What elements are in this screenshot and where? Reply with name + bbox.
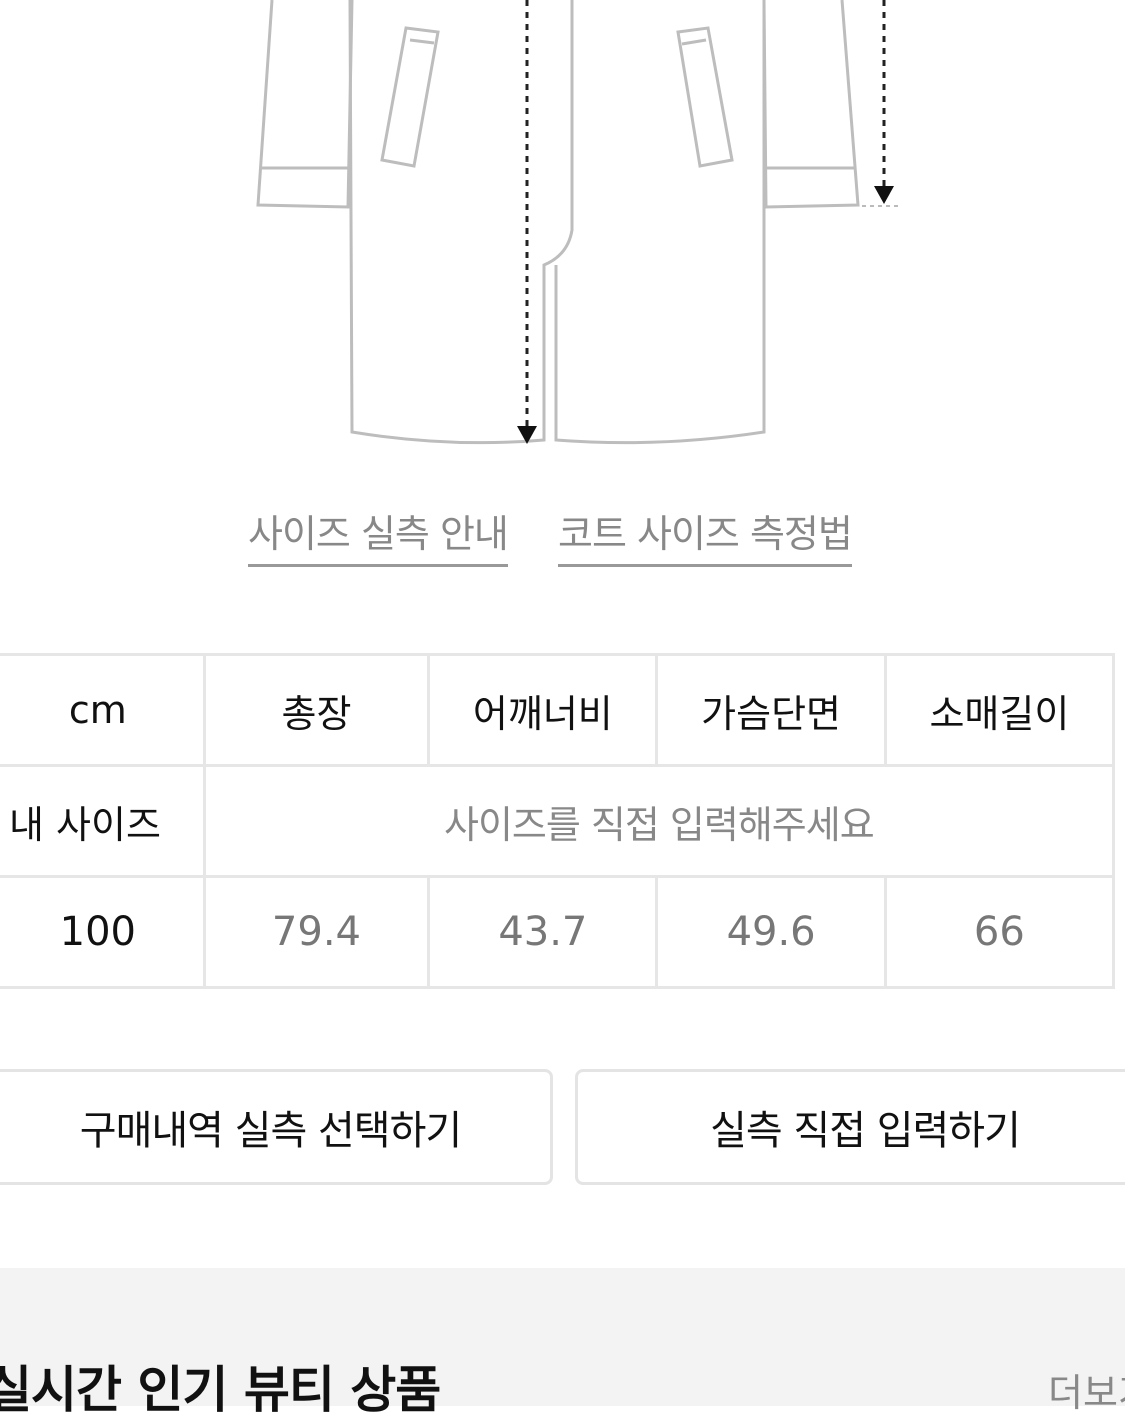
more-link[interactable]: 더보기 — [1048, 1362, 1125, 1417]
coat-measure-link[interactable]: 코트 사이즈 측정법 — [558, 508, 853, 567]
table-row: 100 79.4 43.7 49.6 66 — [0, 875, 1116, 989]
chest-value: 49.6 — [655, 875, 887, 989]
my-size-row: 내 사이즈 사이즈를 직접 입력해주세요 — [0, 764, 1116, 878]
right-pocket — [676, 26, 734, 168]
section-title: 실시간 인기 뷰티 상품 — [0, 1361, 441, 1419]
column-header: 가슴단면 — [655, 653, 887, 767]
shoulder-value: 43.7 — [427, 875, 659, 989]
my-size-label: 내 사이즈 — [0, 764, 206, 878]
unit-label: cm — [0, 653, 206, 767]
right-sleeve-outline — [762, 0, 860, 209]
column-header: 소매길이 — [883, 653, 1116, 767]
left-pocket — [380, 26, 440, 168]
length-value: 79.4 — [202, 875, 431, 989]
size-label: 100 — [0, 875, 206, 989]
coat-measurement-illustration — [256, 0, 902, 445]
manual-input-button[interactable]: 실측 직접 입력하기 — [575, 1069, 1125, 1185]
column-header: 어깨너비 — [427, 653, 659, 767]
column-header: 총장 — [202, 653, 431, 767]
table-header-row: cm 총장 어깨너비 가슴단면 소매길이 — [0, 653, 1116, 767]
size-table: cm 총장 어깨너비 가슴단면 소매길이 내 사이즈 사이즈를 직접 입력해주세… — [0, 653, 1116, 989]
left-sleeve-outline — [256, 0, 354, 209]
sleeve-arrow-icon — [874, 186, 894, 204]
select-purchase-history-button[interactable]: 구매내역 실측 선택하기 — [0, 1069, 553, 1185]
my-size-input-prompt[interactable]: 사이즈를 직접 입력해주세요 — [202, 764, 1116, 878]
sleeve-value: 66 — [883, 875, 1116, 989]
size-guide-links: 사이즈 실측 안내 코트 사이즈 측정법 — [0, 508, 1125, 578]
size-guide-link[interactable]: 사이즈 실측 안내 — [248, 508, 509, 567]
